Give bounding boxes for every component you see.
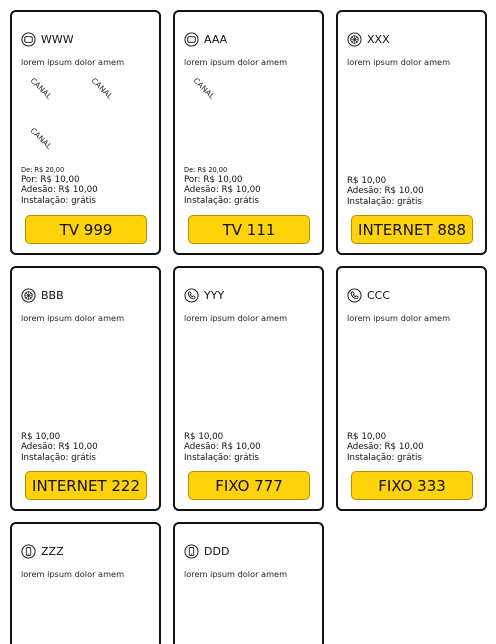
adhesion-fee: Adesão: R$ 10,00	[347, 186, 424, 197]
plan-select-button[interactable]: INTERNET 888	[351, 215, 473, 244]
current-price: R$ 10,00	[347, 176, 387, 186]
card-header: XXX	[347, 32, 390, 47]
channel-label: CANAL	[191, 76, 217, 101]
channel-label: CANAL	[28, 76, 54, 101]
phone-icon	[184, 288, 199, 303]
original-price: De: R$ 20,00	[184, 166, 228, 174]
plan-card-ddd: DDD lorem ipsum dolor amem	[173, 522, 324, 644]
plan-card-zzz: ZZZ lorem ipsum dolor amem	[10, 522, 161, 644]
plan-select-button[interactable]: TV 999	[25, 215, 147, 244]
plan-description: lorem ipsum dolor amem	[21, 569, 125, 579]
card-header: YYY	[184, 288, 224, 303]
plan-name: ZZZ	[41, 545, 64, 558]
card-header: WWW	[21, 32, 74, 47]
plan-name: BBB	[41, 289, 64, 302]
plan-name: CCC	[367, 289, 391, 302]
plan-card-www: WWW lorem ipsum dolor amem CANAL CANAL C…	[10, 10, 161, 255]
installation-fee: Instalação: grátis	[347, 452, 422, 463]
plan-card-bbb: BBB lorem ipsum dolor amem R$ 10,00 Ades…	[10, 266, 161, 511]
current-price: R$ 10,00	[184, 432, 224, 442]
current-price: R$ 10,00	[347, 432, 387, 442]
current-price: Por: R$ 10,00	[184, 175, 243, 185]
card-header: CCC	[347, 288, 390, 303]
plan-description: lorem ipsum dolor amem	[347, 313, 451, 323]
plan-select-button[interactable]: FIXO 333	[351, 471, 473, 500]
installation-fee: Instalação: grátis	[21, 195, 96, 206]
original-price: De: R$ 20,00	[21, 166, 65, 174]
card-header: DDD	[184, 544, 229, 559]
tv-icon	[21, 32, 36, 47]
channel-label: CANAL	[28, 126, 54, 151]
card-header: BBB	[21, 288, 64, 303]
price-block: De: R$ 20,00 Por: R$ 10,00 Adesão: R$ 10…	[21, 166, 98, 206]
adhesion-fee: Adesão: R$ 10,00	[184, 185, 261, 196]
price-block: R$ 10,00 Adesão: R$ 10,00 Instalação: gr…	[347, 176, 424, 207]
price-block: R$ 10,00 Adesão: R$ 10,00 Instalação: gr…	[184, 432, 261, 463]
globe-icon	[347, 32, 362, 47]
plan-card-xxx: XXX lorem ipsum dolor amem R$ 10,00 Ades…	[336, 10, 487, 255]
adhesion-fee: Adesão: R$ 10,00	[347, 442, 424, 453]
installation-fee: Instalação: grátis	[184, 195, 259, 206]
globe-icon	[21, 288, 36, 303]
adhesion-fee: Adesão: R$ 10,00	[184, 442, 261, 453]
price-block: R$ 10,00 Adesão: R$ 10,00 Instalação: gr…	[21, 432, 98, 463]
plan-description: lorem ipsum dolor amem	[21, 313, 125, 323]
plan-name: AAA	[204, 33, 228, 46]
channel-list: CANAL CANAL CANAL	[21, 74, 151, 164]
plan-name: DDD	[204, 545, 230, 558]
plan-select-button[interactable]: FIXO 777	[188, 471, 310, 500]
plan-description: lorem ipsum dolor amem	[184, 313, 288, 323]
plan-name: WWW	[41, 33, 74, 46]
current-price: R$ 10,00	[21, 432, 61, 442]
plan-select-button[interactable]: INTERNET 222	[25, 471, 147, 500]
adhesion-fee: Adesão: R$ 10,00	[21, 442, 98, 453]
channel-label: CANAL	[89, 76, 115, 101]
tv-icon	[184, 32, 199, 47]
installation-fee: Instalação: grátis	[184, 452, 259, 463]
plan-description: lorem ipsum dolor amem	[184, 569, 288, 579]
mobile-icon	[184, 544, 199, 559]
phone-icon	[347, 288, 362, 303]
current-price: Por: R$ 10,00	[21, 175, 80, 185]
card-header: ZZZ	[21, 544, 64, 559]
card-header: AAA	[184, 32, 227, 47]
plan-name: YYY	[204, 289, 225, 302]
plan-description: lorem ipsum dolor amem	[347, 57, 451, 67]
price-block: De: R$ 20,00 Por: R$ 10,00 Adesão: R$ 10…	[184, 166, 261, 206]
installation-fee: Instalação: grátis	[21, 452, 96, 463]
plan-description: lorem ipsum dolor amem	[21, 57, 125, 67]
plan-select-button[interactable]: TV 111	[188, 215, 310, 244]
plan-card-aaa: AAA lorem ipsum dolor amem CANAL De: R$ …	[173, 10, 324, 255]
mobile-icon	[21, 544, 36, 559]
installation-fee: Instalação: grátis	[347, 196, 422, 207]
price-block: R$ 10,00 Adesão: R$ 10,00 Instalação: gr…	[347, 432, 424, 463]
plan-card-ccc: CCC lorem ipsum dolor amem R$ 10,00 Ades…	[336, 266, 487, 511]
plan-card-yyy: YYY lorem ipsum dolor amem R$ 10,00 Ades…	[173, 266, 324, 511]
plan-name: XXX	[367, 33, 390, 46]
plan-description: lorem ipsum dolor amem	[184, 57, 288, 67]
adhesion-fee: Adesão: R$ 10,00	[21, 185, 98, 196]
channel-list: CANAL	[184, 74, 314, 164]
